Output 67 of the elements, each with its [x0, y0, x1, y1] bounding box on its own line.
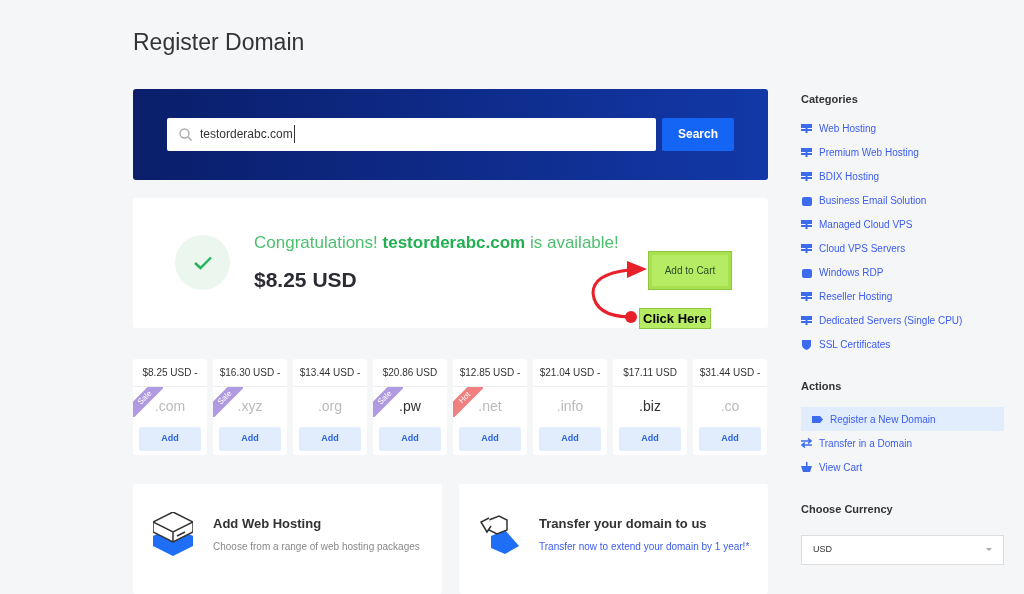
shield-icon: [802, 339, 811, 350]
category-link[interactable]: BDIX Hosting: [801, 169, 1004, 184]
add-button[interactable]: Add: [379, 427, 441, 451]
currency-heading: Choose Currency: [801, 502, 894, 517]
tag-icon: [812, 415, 823, 423]
availability-message: Congratulations! testorderabc.com is available!: [254, 232, 619, 255]
tld-price: $17.11 USD: [623, 366, 677, 380]
add-button[interactable]: Add: [139, 427, 201, 451]
server-icon: [801, 220, 812, 229]
server-icon: [801, 316, 812, 325]
category-link[interactable]: Managed Cloud VPS: [801, 217, 1004, 232]
transfer-icon: [801, 438, 812, 448]
tld-price: $20.86 USD: [382, 366, 438, 380]
category-link[interactable]: Cloud VPS Servers: [801, 241, 1004, 256]
action-link[interactable]: View Cart: [801, 455, 1004, 479]
box-icon: [801, 267, 812, 278]
check-icon: [193, 255, 212, 270]
domain-price: $8.25 USD: [254, 266, 358, 293]
transfer-box-icon: [479, 512, 519, 556]
category-link[interactable]: Premium Web Hosting: [801, 145, 1004, 160]
tld-price: $31.44 USD -: [699, 366, 761, 380]
basket-icon: [801, 462, 812, 472]
add-to-cart-button[interactable]: Add to Cart: [649, 251, 731, 289]
click-here-label: Click Here: [639, 307, 711, 329]
category-link[interactable]: Reseller Hosting: [801, 289, 1004, 304]
server-box-icon: [153, 512, 193, 556]
add-button[interactable]: Add: [299, 427, 361, 451]
box-icon: [801, 195, 812, 206]
page-title: Register Domain: [133, 28, 306, 56]
server-icon: [801, 244, 812, 253]
promo-text: Choose from a range of web hosting packages: [213, 539, 420, 554]
promo-text: Transfer now to extend your domain by 1 year!*: [539, 539, 750, 554]
category-link[interactable]: Windows RDP: [801, 265, 1004, 280]
currency-select[interactable]: USD: [801, 534, 1004, 565]
tld-name: .org: [317, 397, 343, 416]
ribbon-badge: Hot: [453, 387, 483, 417]
add-button[interactable]: Add: [619, 427, 681, 451]
tld-price: $12.85 USD -: [459, 366, 521, 380]
server-icon: [801, 148, 812, 157]
category-link[interactable]: Dedicated Servers (Single CPU): [801, 313, 1004, 328]
promo-title: Transfer your domain to us: [539, 515, 708, 533]
tld-price: $16.30 USD -: [219, 366, 281, 380]
tld-name: .co: [720, 397, 740, 416]
add-button[interactable]: Add: [219, 427, 281, 451]
search-field[interactable]: testorderabc.com: [167, 117, 656, 151]
actions-heading: Actions: [801, 378, 843, 394]
tld-name: .info: [556, 397, 584, 416]
add-button[interactable]: Add: [539, 427, 601, 451]
action-link[interactable]: Transfer in a Domain: [801, 431, 1004, 455]
action-link[interactable]: Register a New Domain: [801, 407, 1004, 431]
server-icon: [801, 124, 812, 133]
caret-icon: [986, 548, 992, 551]
tld-price: $13.44 USD -: [299, 366, 361, 380]
search-icon: [179, 127, 192, 141]
tld-price: $21.04 USD -: [539, 366, 601, 380]
search-button[interactable]: Search: [662, 117, 734, 151]
categories-heading: Categories: [801, 92, 859, 107]
tld-name: .biz: [639, 397, 661, 416]
add-button[interactable]: Add: [459, 427, 521, 451]
category-link[interactable]: Web Hosting: [801, 121, 1004, 136]
category-link[interactable]: Business Email Solution: [801, 193, 1004, 208]
promo-title: Add Web Hosting: [213, 515, 323, 533]
server-icon: [801, 172, 812, 181]
add-button[interactable]: Add: [699, 427, 761, 451]
tld-price: $8.25 USD -: [142, 366, 198, 380]
category-link[interactable]: SSL Certificates: [801, 337, 1004, 352]
server-icon: [801, 292, 812, 301]
